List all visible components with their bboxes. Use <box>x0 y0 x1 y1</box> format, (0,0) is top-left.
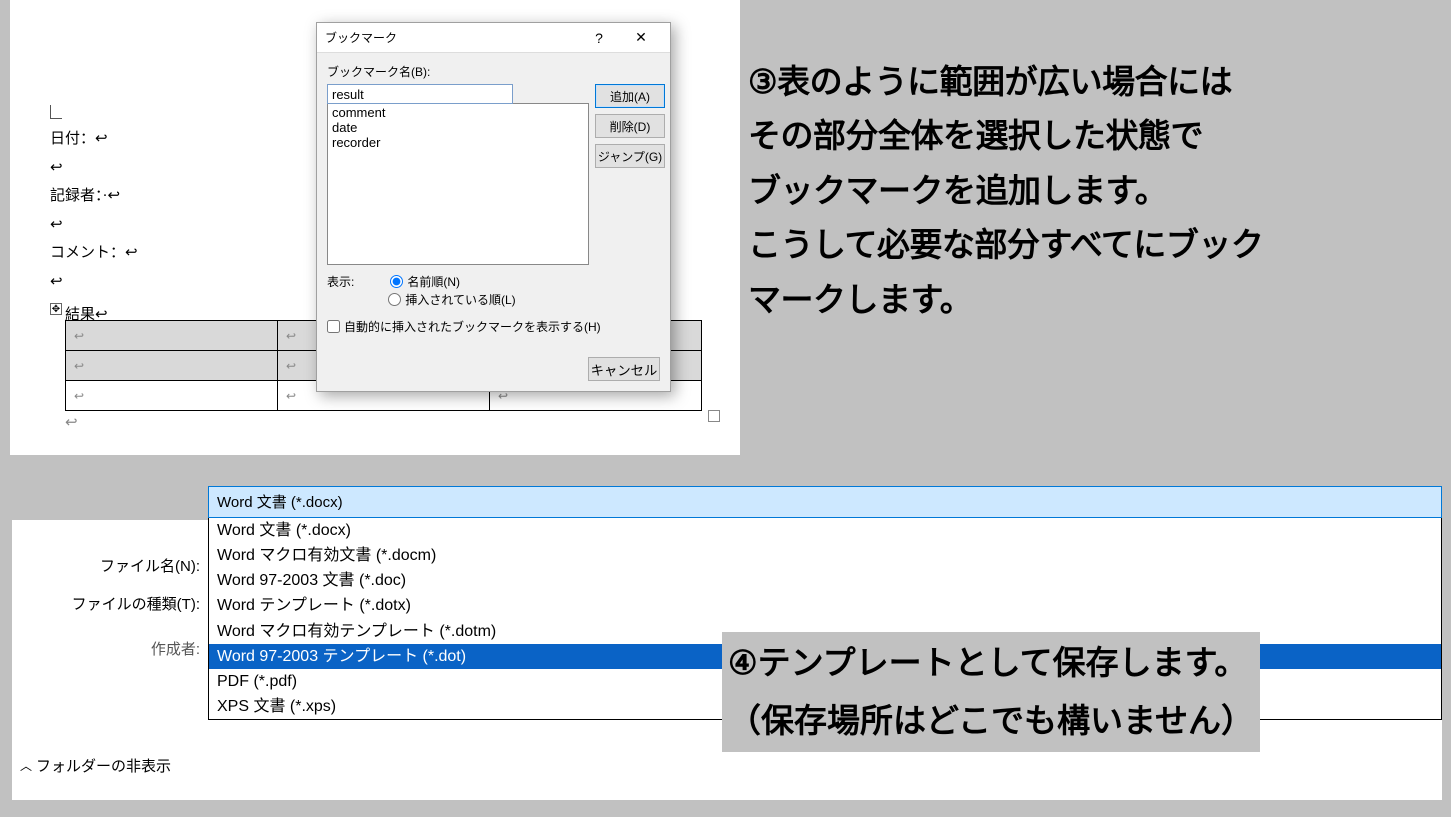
show-hidden-bookmarks-checkbox[interactable] <box>327 320 340 333</box>
margin-marker <box>50 105 62 119</box>
close-icon[interactable]: ✕ <box>620 29 662 46</box>
filetype-option[interactable]: Word 97-2003 文書 (*.doc) <box>209 568 1441 593</box>
sort-by-location-radio[interactable] <box>388 293 401 306</box>
sort-by-location-label: 挿入されている順(L) <box>405 291 515 308</box>
doc-line-blank: ↩ <box>50 154 138 183</box>
show-hidden-bookmarks-label: 自動的に挿入されたブックマークを表示する(H) <box>344 318 601 335</box>
filename-label: ファイル名(N): <box>12 555 208 576</box>
filetype-select[interactable]: Word 文書 (*.docx) <box>208 486 1442 518</box>
word-document-panel: 日付：↩ ↩ 記録者：·↩ ↩ コメント：↩ ↩ ✥ 結果↩ ↩↩↩ ↩↩↩ ↩… <box>10 0 740 455</box>
filetype-option[interactable]: Word 文書 (*.docx) <box>209 518 1441 543</box>
display-label: 表示: <box>327 273 354 290</box>
bookmark-dialog: ブックマーク ? ✕ ブックマーク名(B): comment date reco… <box>316 22 671 392</box>
instruction-step-3: ③表のように範囲が広い場合には その部分全体を選択した状態で ブックマークを追加… <box>748 55 1263 327</box>
bookmark-list[interactable]: comment date recorder <box>327 103 589 265</box>
bookmark-name-label: ブックマーク名(B): <box>327 63 660 80</box>
list-item[interactable]: recorder <box>332 136 584 151</box>
step-number-icon: ④ <box>728 634 758 692</box>
document-body: 日付：↩ ↩ 記録者：·↩ ↩ コメント：↩ ↩ <box>50 125 138 296</box>
step-number-icon: ③ <box>748 55 777 109</box>
delete-button[interactable]: 削除(D) <box>595 114 665 138</box>
bookmark-name-input[interactable] <box>327 84 513 104</box>
list-item[interactable]: date <box>332 121 584 136</box>
list-item[interactable]: comment <box>332 106 584 121</box>
filetype-option[interactable]: Word マクロ有効文書 (*.docm) <box>209 543 1441 568</box>
dialog-titlebar[interactable]: ブックマーク ? ✕ <box>317 23 670 53</box>
doc-line-comment: コメント：↩ <box>50 239 138 268</box>
instruction-step-4: ④テンプレートとして保存します。 （保存場所はどこでも構いません） <box>722 632 1260 752</box>
jump-button[interactable]: ジャンプ(G) <box>595 144 665 168</box>
table-resize-handle-icon[interactable] <box>708 410 720 422</box>
table-move-handle-icon[interactable]: ✥ <box>50 303 62 315</box>
help-icon[interactable]: ? <box>578 30 620 46</box>
doc-line-blank: ↩ <box>50 211 138 240</box>
sort-by-name-label: 名前順(N) <box>407 273 460 290</box>
add-button[interactable]: 追加(A) <box>595 84 665 108</box>
doc-line-date: 日付：↩ <box>50 125 138 154</box>
filetype-label: ファイルの種類(T): <box>12 593 208 614</box>
doc-line-blank: ↩ <box>50 268 138 297</box>
author-label: 作成者: <box>12 638 208 659</box>
doc-line-blank: ↩ <box>65 413 78 432</box>
cancel-button[interactable]: キャンセル <box>588 357 660 381</box>
hide-folders-label: フォルダーの非表示 <box>36 755 171 776</box>
dialog-title: ブックマーク <box>325 29 578 46</box>
filetype-option[interactable]: Word テンプレート (*.dotx) <box>209 593 1441 618</box>
hide-folders-toggle[interactable]: ︿ フォルダーの非表示 <box>20 755 171 776</box>
doc-line-recorder: 記録者：·↩ <box>50 182 138 211</box>
chevron-up-icon: ︿ <box>20 757 32 774</box>
sort-by-name-radio[interactable] <box>390 275 403 288</box>
